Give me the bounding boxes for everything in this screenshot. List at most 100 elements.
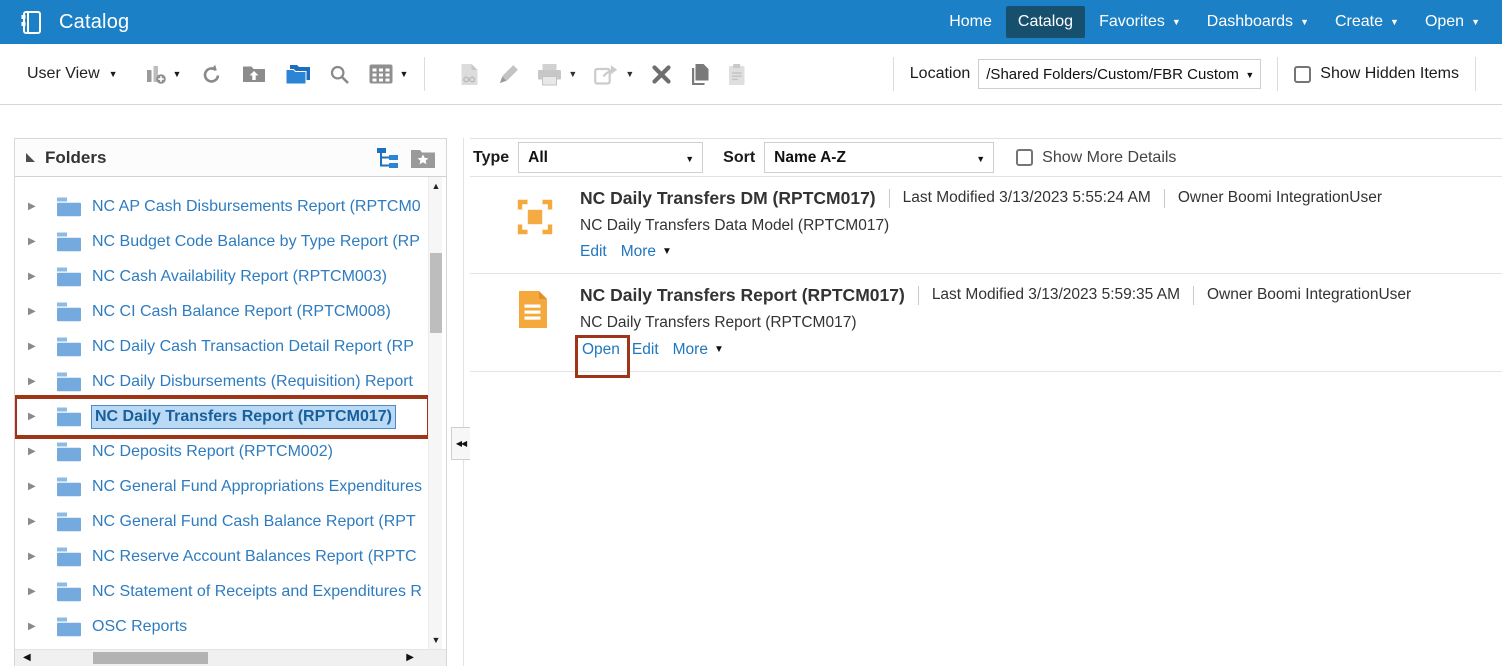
link-label: Open	[582, 338, 620, 362]
edit-link[interactable]: Edit	[632, 338, 659, 362]
folder-tree-item[interactable]: ▶NC Reserve Account Balances Report (RPT…	[15, 539, 446, 574]
expand-caret-icon[interactable]: ▶	[28, 551, 42, 562]
meta-divider	[1193, 286, 1194, 305]
chevron-down-icon: ▼	[662, 240, 672, 264]
refresh-button[interactable]	[200, 63, 223, 86]
scroll-left-icon[interactable]: ◀	[23, 652, 31, 663]
folder-tree-item[interactable]: ▶NC Daily Disbursements (Requisition) Re…	[15, 364, 446, 399]
item-description: NC Daily Transfers Report (RPTCM017)	[580, 310, 1502, 336]
export-icon	[594, 63, 619, 85]
expand-caret-icon[interactable]: ▶	[28, 341, 42, 352]
folder-tree-item[interactable]: ▶NC AP Cash Disbursements Report (RPTCM0	[15, 189, 446, 224]
top-navigation-bar: Catalog HomeCatalogFavorites▼Dashboards▼…	[0, 0, 1502, 44]
item-last-modified: Last Modified 3/13/2023 5:59:35 AM	[932, 282, 1180, 308]
type-dropdown[interactable]: All ▼	[518, 142, 703, 173]
expand-caret-icon[interactable]: ▶	[28, 586, 42, 597]
vertical-scrollbar[interactable]: ▲ ▼	[428, 177, 442, 649]
scroll-down-icon[interactable]: ▼	[429, 635, 443, 645]
expand-caret-icon[interactable]: ▶	[28, 446, 42, 457]
show-hidden-checkbox[interactable]	[1294, 66, 1311, 83]
catalog-toolbar: User View ▼ ▼ ▼ ▼ ▼ Location /Shared Folde…	[0, 44, 1502, 105]
folder-tree-item[interactable]: ▶NC Deposits Report (RPTCM002)	[15, 434, 446, 469]
edit-button[interactable]	[497, 63, 520, 86]
chevron-down-icon: ▼	[1245, 70, 1254, 80]
copy-special-button[interactable]	[459, 63, 480, 86]
folder-up-button[interactable]	[242, 64, 266, 84]
scrollbar-thumb[interactable]	[430, 253, 442, 333]
list-view-icon	[369, 64, 393, 84]
nav-item-favorites[interactable]: Favorites▼	[1087, 6, 1193, 38]
folder-tree-item-label: NC Statement of Receipts and Expenditure…	[92, 583, 422, 601]
expand-caret-icon[interactable]: ▶	[28, 236, 42, 247]
expand-caret-icon[interactable]: ▶	[28, 201, 42, 212]
nav-item-label: Catalog	[1018, 13, 1073, 31]
link-label: Edit	[580, 240, 607, 264]
sort-dropdown[interactable]: Name A-Z ▼	[764, 142, 994, 173]
show-more-details-label: Show More Details	[1042, 149, 1176, 167]
collapse-triangle-icon[interactable]	[25, 152, 36, 163]
more-link[interactable]: More▼	[673, 338, 724, 362]
horizontal-scrollbar[interactable]: ◀ ▶	[15, 649, 446, 666]
nav-item-label: Favorites	[1099, 13, 1165, 31]
edit-link[interactable]: Edit	[580, 240, 607, 264]
annotation-box: Open	[575, 335, 630, 378]
expand-caret-icon[interactable]: ▶	[28, 271, 42, 282]
item-last-modified: Last Modified 3/13/2023 5:55:24 AM	[903, 185, 1151, 211]
folder-tree-item[interactable]: ▶OSC Reports	[15, 609, 446, 644]
nav-item-dashboards[interactable]: Dashboards▼	[1195, 6, 1321, 38]
folder-tree-item[interactable]: ▶NC Cash Availability Report (RPTCM003)	[15, 259, 446, 294]
open-link[interactable]: Open	[582, 338, 620, 362]
folder-icon	[56, 336, 82, 357]
chevron-down-icon: ▼	[625, 70, 634, 79]
nav-item-home[interactable]: Home	[937, 6, 1004, 38]
item-title: NC Daily Transfers Report (RPTCM017)	[580, 282, 905, 308]
folder-tree: ▶NC AP Cash Disbursements Report (RPTCM0…	[15, 177, 446, 649]
location-dropdown[interactable]: /Shared Folders/Custom/FBR Custom/Report…	[978, 59, 1261, 89]
folder-tree-item-label: NC General Fund Appropriations Expenditu…	[92, 478, 422, 496]
scroll-up-icon[interactable]: ▲	[429, 181, 443, 191]
folder-icon	[56, 301, 82, 322]
location-label: Location	[910, 65, 971, 83]
expand-caret-icon[interactable]: ▶	[28, 481, 42, 492]
nav-item-catalog[interactable]: Catalog	[1006, 6, 1085, 38]
folder-tree-item[interactable]: ▶NC Budget Code Balance by Type Report (…	[15, 224, 446, 259]
copy-button[interactable]	[689, 63, 710, 86]
user-view-dropdown[interactable]: User View ▼	[27, 65, 118, 83]
folder-tree-item[interactable]: ▶NC CI Cash Balance Report (RPTCM008)	[15, 294, 446, 329]
item-actions: Open Edit More▼	[580, 337, 1502, 362]
search-button[interactable]	[329, 64, 350, 85]
folder-tree-item[interactable]: ▶ NC General Fund Appropriations Expendit…	[15, 469, 446, 504]
folder-tree-item[interactable]: ▶ NC Statement of Receipts and Expenditur…	[15, 574, 446, 609]
view-selector-button[interactable]: ▼	[144, 63, 182, 86]
meta-divider	[1164, 189, 1165, 208]
expand-caret-icon[interactable]: ▶	[28, 376, 42, 387]
expand-caret-icon[interactable]: ▶	[28, 516, 42, 527]
list-view-button[interactable]: ▼	[369, 64, 408, 84]
nav-item-open[interactable]: Open▼	[1413, 6, 1492, 38]
delete-button[interactable]	[651, 64, 672, 85]
print-button[interactable]: ▼	[537, 63, 577, 86]
export-button[interactable]: ▼	[594, 63, 634, 85]
show-more-details-checkbox[interactable]	[1016, 149, 1033, 166]
nav-item-create[interactable]: Create▼	[1323, 6, 1411, 38]
folder-tree-item[interactable]: ▶NC Daily Transfers Report (RPTCM017)	[15, 399, 446, 434]
copy-icon	[689, 63, 710, 86]
folder-icon	[56, 511, 82, 532]
search-icon	[329, 64, 350, 85]
expand-caret-icon[interactable]: ▶	[28, 621, 42, 632]
folder-tree-item[interactable]: ▶NC Daily Cash Transaction Detail Report…	[15, 329, 446, 364]
new-folder-button[interactable]	[285, 64, 310, 85]
refresh-icon	[200, 63, 223, 86]
panel-collapse-button[interactable]: ◀◀	[451, 427, 471, 460]
tree-view-icon[interactable]	[376, 146, 399, 170]
favorites-folder-icon[interactable]	[410, 147, 436, 169]
more-link[interactable]: More▼	[621, 240, 672, 264]
catalog-content: Type All ▼ Sort Name A-Z ▼ Show More Det…	[470, 138, 1502, 666]
folder-up-icon	[242, 64, 266, 84]
scrollbar-thumb[interactable]	[93, 652, 208, 664]
folder-tree-item[interactable]: ▶NC General Fund Cash Balance Report (RP…	[15, 504, 446, 539]
paste-button[interactable]	[727, 63, 747, 86]
expand-caret-icon[interactable]: ▶	[28, 306, 42, 317]
expand-caret-icon[interactable]: ▶	[28, 411, 42, 422]
scroll-right-icon[interactable]: ▶	[406, 652, 414, 663]
